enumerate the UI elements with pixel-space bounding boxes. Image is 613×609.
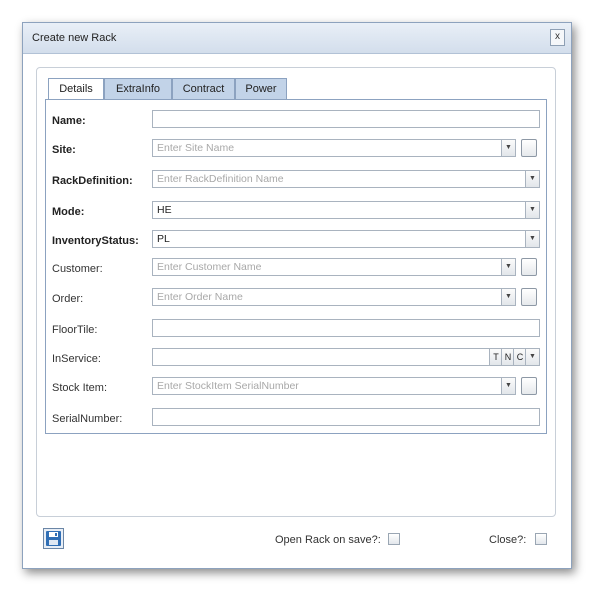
order-label: Order:	[52, 293, 84, 305]
chevron-down-icon[interactable]: ▼	[501, 259, 515, 275]
chevron-down-icon[interactable]: ▼	[525, 171, 539, 187]
close-after-save-checkbox[interactable]	[535, 533, 547, 545]
close-after-save-label: Close?:	[489, 534, 527, 546]
inservice-row: InService: T N C ▼	[46, 348, 546, 368]
open-rack-checkbox[interactable]	[388, 533, 400, 545]
stockitem-placeholder: Enter StockItem SerialNumber	[157, 380, 299, 392]
customer-row: Customer: Enter Customer Name ▼	[46, 258, 546, 278]
floortile-row: FloorTile:	[46, 319, 546, 339]
name-label: Name:	[52, 115, 86, 127]
chevron-down-icon[interactable]: ▼	[525, 231, 539, 247]
inservice-date-input[interactable]: T N C ▼	[152, 348, 540, 366]
customer-placeholder: Enter Customer Name	[157, 261, 262, 273]
chevron-down-icon[interactable]: ▼	[525, 202, 539, 218]
save-button[interactable]	[43, 528, 64, 549]
rackdefinition-combobox[interactable]: Enter RackDefinition Name ▼	[152, 170, 540, 188]
rackdefinition-row: RackDefinition: Enter RackDefinition Nam…	[46, 170, 546, 190]
chevron-down-icon[interactable]: ▼	[525, 349, 539, 365]
customer-lookup-button[interactable]	[521, 258, 537, 276]
dialog-titlebar[interactable]: Create new Rack x	[23, 23, 571, 54]
tab-contract[interactable]: Contract	[172, 78, 235, 99]
customer-combobox[interactable]: Enter Customer Name ▼	[152, 258, 516, 276]
close-button[interactable]: x	[550, 29, 565, 46]
site-placeholder: Enter Site Name	[157, 142, 235, 154]
tab-power[interactable]: Power	[235, 78, 287, 99]
inventorystatus-label: InventoryStatus:	[52, 235, 139, 247]
site-combobox[interactable]: Enter Site Name ▼	[152, 139, 516, 157]
inventorystatus-select[interactable]: PL ▼	[152, 230, 540, 248]
serialnumber-label: SerialNumber:	[52, 413, 123, 425]
stockitem-lookup-button[interactable]	[521, 377, 537, 395]
chevron-down-icon[interactable]: ▼	[501, 140, 515, 156]
floortile-label: FloorTile:	[52, 324, 98, 336]
stockitem-row: Stock Item: Enter StockItem SerialNumber…	[46, 377, 546, 397]
name-row: Name:	[46, 110, 546, 130]
serialnumber-row: SerialNumber:	[46, 408, 546, 428]
dialog-footer: Open Rack on save?: Close?:	[23, 523, 571, 553]
order-combobox[interactable]: Enter Order Name ▼	[152, 288, 516, 306]
rackdefinition-label: RackDefinition:	[52, 175, 133, 187]
order-row: Order: Enter Order Name ▼	[46, 288, 546, 308]
serialnumber-input[interactable]	[152, 408, 540, 426]
chevron-down-icon[interactable]: ▼	[501, 378, 515, 394]
site-row: Site: Enter Site Name ▼	[46, 139, 546, 159]
rackdefinition-placeholder: Enter RackDefinition Name	[157, 173, 284, 185]
tab-details[interactable]: Details	[48, 78, 104, 101]
dialog-title: Create new Rack	[32, 32, 117, 44]
order-lookup-button[interactable]	[521, 288, 537, 306]
mode-row: Mode: HE ▼	[46, 201, 546, 221]
mode-select[interactable]: HE ▼	[152, 201, 540, 219]
inventorystatus-value: PL	[157, 233, 170, 245]
name-input[interactable]	[152, 110, 540, 128]
floortile-input[interactable]	[152, 319, 540, 337]
mode-label: Mode:	[52, 206, 85, 218]
order-placeholder: Enter Order Name	[157, 291, 243, 303]
inventorystatus-row: InventoryStatus: PL ▼	[46, 230, 546, 250]
chevron-down-icon[interactable]: ▼	[501, 289, 515, 305]
details-form: Name: Site: Enter Site Name ▼ RackDefini…	[45, 99, 547, 434]
site-lookup-button[interactable]	[521, 139, 537, 157]
create-rack-dialog: Create new Rack x Details ExtraInfo Cont…	[22, 22, 572, 569]
tab-extrainfo[interactable]: ExtraInfo	[104, 78, 172, 99]
stockitem-combobox[interactable]: Enter StockItem SerialNumber ▼	[152, 377, 516, 395]
floppy-disk-icon	[46, 531, 61, 546]
mode-value: HE	[157, 204, 172, 216]
stockitem-label: Stock Item:	[52, 382, 108, 394]
open-rack-label: Open Rack on save?:	[275, 534, 381, 546]
site-label: Site:	[52, 144, 76, 156]
content-panel: Details ExtraInfo Contract Power Name: S…	[36, 67, 556, 517]
customer-label: Customer:	[52, 263, 103, 275]
inservice-label: InService:	[52, 353, 101, 365]
